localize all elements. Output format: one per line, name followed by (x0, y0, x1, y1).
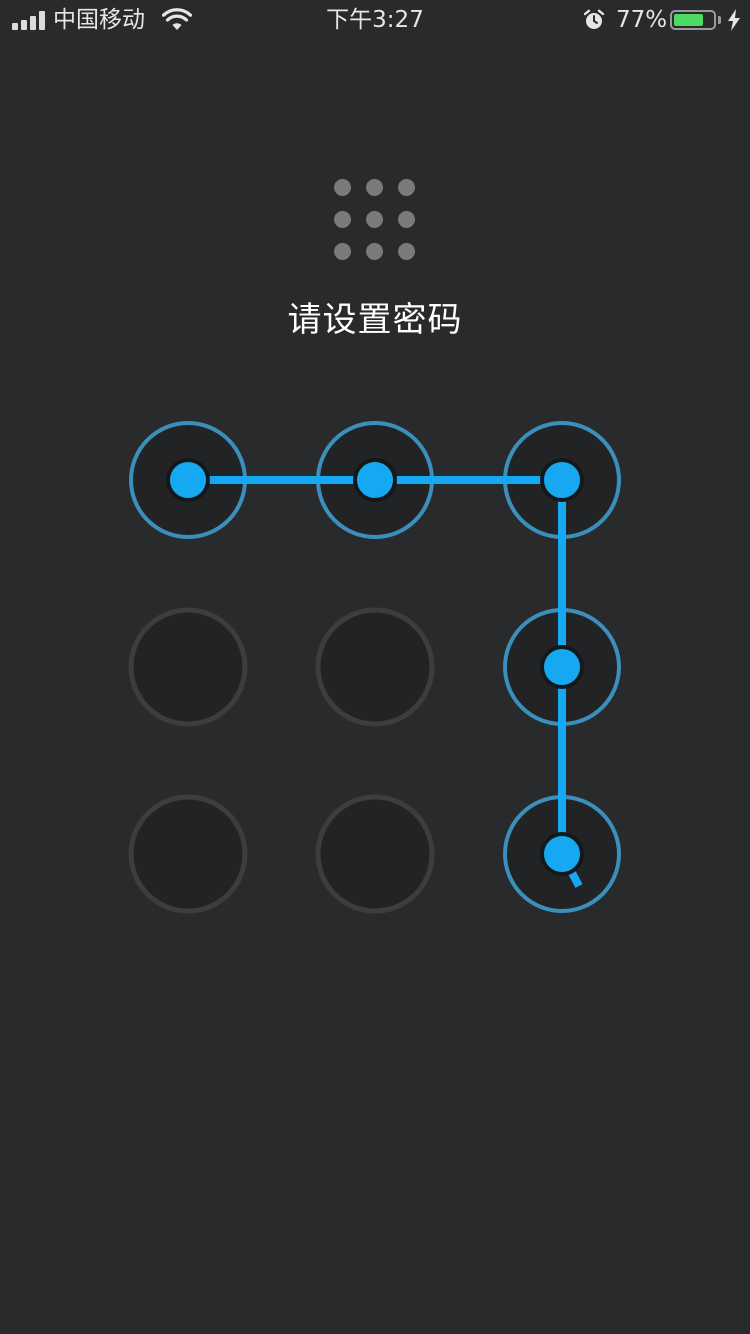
pattern-node-3-2[interactable] (315, 794, 435, 914)
pattern-node-3-1[interactable] (128, 794, 248, 914)
pattern-dot-1-3 (540, 458, 584, 502)
pattern-dot-2-3 (540, 645, 584, 689)
pattern-node-2-2[interactable] (315, 607, 435, 727)
pattern-dot-3-3 (540, 832, 584, 876)
pattern-node-2-1[interactable] (128, 607, 248, 727)
pattern-lock-grid[interactable] (0, 0, 750, 1334)
pattern-dot-1-2 (353, 458, 397, 502)
pattern-dot-1-1 (166, 458, 210, 502)
